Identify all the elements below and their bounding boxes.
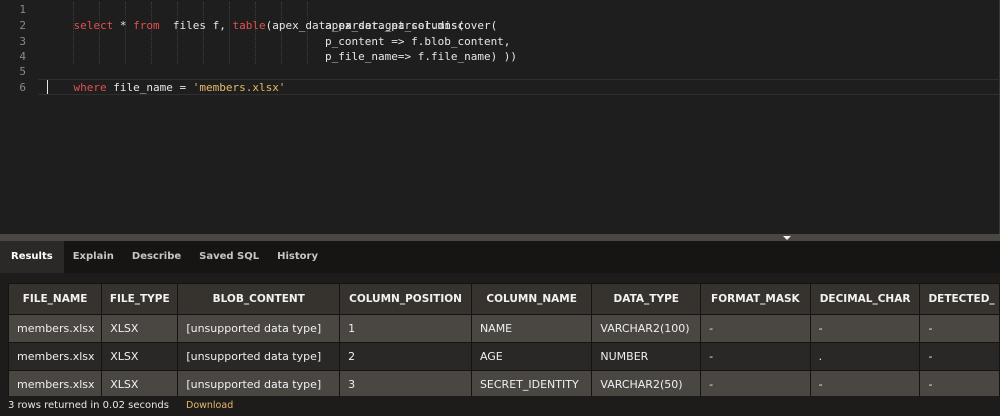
table-cell[interactable]: VARCHAR2(50) [591,370,702,396]
table-cell[interactable]: VARCHAR2(100) [591,314,702,343]
table-cell[interactable]: members.xlsx [7,314,103,343]
keyword-from: from [133,19,160,32]
table-cell[interactable]: [unsupported data type] [177,370,341,396]
line-number: 5 [19,65,26,78]
column-header[interactable]: DECIMAL_CHAR [809,283,921,315]
sql-editor[interactable]: 1 2 3 4 5 6 select * from files f, table… [0,0,1000,234]
line-number: 6 [19,81,26,94]
column-header[interactable]: BLOB_CONTENT [177,283,341,315]
tab-explain[interactable]: Explain [64,241,123,273]
table-cell[interactable]: SECRET_IDENTITY [470,370,593,396]
code-line-4: p_file_name=> f.file_name) )) [325,50,518,63]
table-cell[interactable]: . [809,342,921,371]
pane-splitter[interactable] [0,234,1000,241]
text-cursor [47,80,48,94]
column-header[interactable]: COLUMN_NAME [470,283,593,315]
header-row: FILE_NAME FILE_TYPE BLOB_CONTENT COLUMN_… [7,283,1000,315]
column-header[interactable]: FORMAT_MASK [700,283,811,315]
table-row[interactable]: members.xlsx XLSX [unsupported data type… [7,342,1000,371]
table-cell[interactable]: 2 [339,342,472,371]
column-header[interactable]: COLUMN_POSITION [339,283,472,315]
table-cell[interactable]: - [919,370,1000,396]
results-tabs: Results Explain Describe Saved SQL Histo… [0,241,1000,273]
table-cell[interactable]: - [700,314,811,343]
collapse-arrow-icon[interactable] [783,236,791,240]
code-text: * [113,19,134,32]
download-link[interactable]: Download [186,400,233,411]
line-number-gutter: 1 2 3 4 5 6 [0,0,38,234]
tab-results[interactable]: Results [0,241,64,273]
table-cell[interactable]: AGE [470,342,593,371]
table-cell[interactable]: - [700,342,811,371]
line-number: 1 [19,3,26,16]
column-header[interactable]: DETECTED_ [919,283,1000,315]
status-bar: 3 rows returned in 0.02 seconds Download [0,396,1000,416]
rows-returned-text: 3 rows returned in 0.02 seconds [8,400,169,411]
table-cell[interactable]: members.xlsx [7,370,103,396]
line-number: 3 [19,35,26,48]
column-header[interactable]: FILE_TYPE [101,283,179,315]
table-cell[interactable]: - [809,370,921,396]
code-line-2: apex_data_parser.discover( [325,19,498,32]
code-text: files f, [159,19,233,32]
table-cell[interactable]: [unsupported data type] [177,314,341,343]
results-grid: FILE_NAME FILE_TYPE BLOB_CONTENT COLUMN_… [0,273,1000,396]
table-cell[interactable]: NAME [470,314,593,343]
line-number: 4 [19,50,26,63]
tab-describe[interactable]: Describe [123,241,190,273]
table-cell[interactable]: - [700,370,811,396]
keyword-select: select [73,19,114,32]
tab-history[interactable]: History [268,241,327,273]
table-cell[interactable]: - [919,314,1000,343]
table-cell[interactable]: - [919,342,1000,371]
line-number: 2 [19,19,26,32]
code-line-3: p_content => f.blob_content, [325,35,511,48]
table-cell[interactable]: 1 [339,314,472,343]
column-header[interactable]: FILE_NAME [7,283,103,315]
keyword-table: table [232,19,266,32]
code-line-5: where file_name = 'members.xlsx' [47,64,286,94]
table-cell[interactable]: 3 [339,370,472,396]
table-cell[interactable]: members.xlsx [7,342,103,371]
table-cell[interactable]: XLSX [101,370,179,396]
table-cell[interactable]: XLSX [101,342,179,371]
code-line-1: select * from files f, table(apex_data_p… [47,2,465,32]
active-line-highlight [38,79,1000,95]
table-row[interactable]: members.xlsx XLSX [unsupported data type… [7,370,1000,396]
tab-saved-sql[interactable]: Saved SQL [190,241,268,273]
table-cell[interactable]: NUMBER [591,342,702,371]
table-cell[interactable]: XLSX [101,314,179,343]
table-cell[interactable]: - [809,314,921,343]
column-header[interactable]: DATA_TYPE [591,283,702,315]
table-row[interactable]: members.xlsx XLSX [unsupported data type… [7,314,1000,343]
table-cell[interactable]: [unsupported data type] [177,342,341,371]
results-table: FILE_NAME FILE_TYPE BLOB_CONTENT COLUMN_… [7,283,1000,396]
